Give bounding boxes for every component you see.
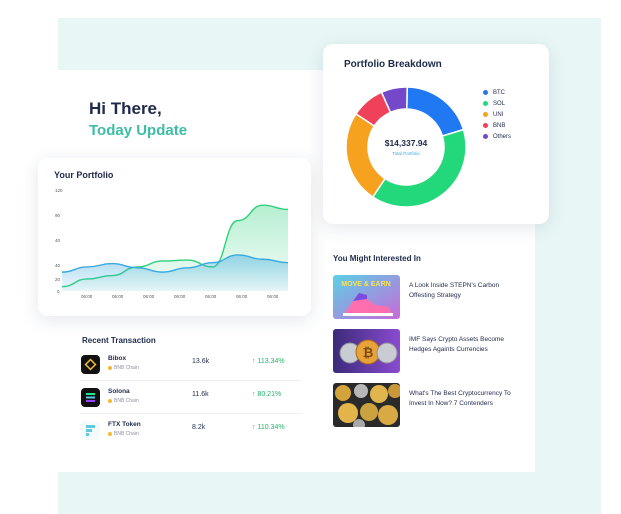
breakdown-card: Portfolio Breakdown $14,337.94 Total Por… (323, 44, 549, 224)
donut-total-value: $14,337.94 (384, 138, 428, 148)
bibox-icon (81, 355, 100, 374)
bnb-icon (108, 365, 112, 370)
transaction-row[interactable]: Bibox BNB Chain 13.6k ↑ 113.34% (80, 348, 302, 381)
legend-dot (483, 101, 488, 106)
legend-label: UNI (493, 111, 504, 118)
transaction-name: Bibox (108, 355, 127, 362)
news-item[interactable]: What's The Best Cryptocurrency To Invest… (333, 383, 513, 429)
legend-label: BTC (493, 89, 505, 96)
news-thumbnail-sneaker: MOVE & EARN (333, 275, 400, 319)
legend-label: Others (493, 133, 512, 140)
portfolio-area-chart (61, 204, 289, 291)
legend-item-bnb: BNB (483, 120, 511, 131)
transaction-amount: 13.6k (192, 358, 210, 365)
transaction-row[interactable]: FTX Token BNB Chain 8.2k ↑ 110.34% (80, 414, 302, 446)
x-tick-label: 06:00 (267, 294, 279, 299)
x-tick-label: 06:00 (143, 294, 155, 299)
donut-legend: BTC SOL UNI BNB Others (483, 87, 511, 142)
solana-icon (81, 388, 100, 407)
bnb-icon (108, 431, 112, 436)
legend-dot (483, 112, 488, 117)
legend-item-others: Others (483, 131, 511, 142)
news-title: IMF Says Crypto Assets Become Hedges Aga… (409, 336, 505, 353)
legend-item-btc: BTC (483, 87, 511, 98)
x-tick-label: 06:00 (205, 294, 217, 299)
greeting-subtitle: Today Update (89, 122, 188, 139)
transaction-name: FTX Token (108, 421, 141, 428)
news-item[interactable]: ₿ IMF Says Crypto Assets Become Hedges A… (333, 329, 513, 375)
x-tick-label: 06:00 (112, 294, 124, 299)
transaction-change: ↑ 80.21% (252, 391, 282, 398)
news-title: A Look Inside STEPN's Carbon Offesting S… (409, 282, 500, 299)
transaction-name: Solona (108, 388, 130, 395)
legend-label: BNB (493, 122, 506, 129)
transaction-change: ↑ 113.34% (252, 358, 285, 365)
x-tick-label: 06:00 (236, 294, 248, 299)
legend-dot (483, 134, 488, 139)
transaction-change: ↑ 110.34% (252, 424, 285, 431)
transaction-chain: BNB Chain (108, 431, 139, 437)
legend-item-uni: UNI (483, 109, 511, 120)
transaction-chain: BNB Chain (108, 365, 139, 371)
news-section-title: You Might Interested In (333, 254, 421, 263)
x-tick-label: 06:00 (174, 294, 186, 299)
portfolio-card: Your Portfolio 120 90 40 40 20 0 06:00 0… (38, 158, 311, 316)
news-title: What's The Best Cryptocurrency To Invest… (409, 390, 511, 407)
portfolio-donut-chart (345, 86, 467, 208)
bnb-icon (108, 398, 112, 403)
recent-transaction-title: Recent Transaction (82, 336, 156, 345)
transaction-amount: 11.6k (192, 391, 209, 398)
ftx-icon (81, 421, 100, 440)
transaction-row[interactable]: Solona BNB Chain 11.6k ↑ 80.21% (80, 381, 302, 414)
transaction-amount: 8.2k (192, 424, 206, 431)
news-thumbnail-gold-coins (333, 383, 400, 427)
news-item[interactable]: MOVE & EARN A Look Inside STEPN's Carbon… (333, 275, 513, 321)
legend-dot (483, 123, 488, 128)
legend-item-sol: SOL (483, 98, 511, 109)
greeting-title: Hi There, (89, 99, 162, 118)
x-tick-label: 06:00 (81, 294, 93, 299)
svg-text:₿: ₿ (363, 345, 374, 360)
legend-label: SOL (493, 100, 506, 107)
news-thumbnail-coins: ₿ (333, 329, 400, 373)
donut-slice-btc (405, 86, 465, 137)
thumb-caption: MOVE & EARN (341, 281, 390, 288)
legend-dot (483, 90, 488, 95)
transaction-chain: BNB Chain (108, 398, 139, 404)
donut-total-label: Total Portfolio (392, 151, 420, 156)
